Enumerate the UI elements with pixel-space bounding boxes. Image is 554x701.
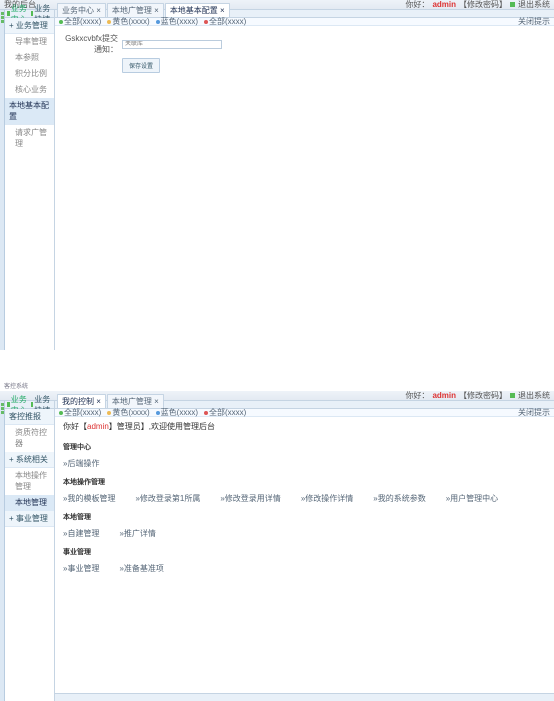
tab[interactable]: 我的控制 × [57,394,106,408]
section-title: 管理中心 [63,442,546,452]
status-icon [510,2,515,7]
sidebar: 业务中心 业务快捷 + 业务管理导率管理本参照积分比例核心业务本地基本配置请求广… [5,10,55,350]
sidebar-item[interactable]: 核心业务 [5,82,54,98]
sidebar-item[interactable]: 资质符控器 [5,425,54,452]
sidebar-item[interactable]: 本地管理 [5,495,54,511]
main-panel: 业务中心 ×本地广管理 ×本地基本配置 × 全部(xxxx)黄色(xxxx)蓝色… [55,10,554,350]
link-row: »自建管理 »推广详情 [63,526,546,541]
tab[interactable]: 本地基本配置 × [165,3,230,17]
nav-link[interactable]: »用户管理中心 [446,493,498,504]
current-user: admin [432,0,456,9]
assoc-input[interactable] [122,40,222,49]
logout-link[interactable]: 退出系统 [518,0,550,10]
form-label: Gskxcvbfx提交通知： [63,33,118,55]
sidebar-tabs: 业务中心 业务快捷 [5,401,54,409]
tab[interactable]: 本地广管理 × [107,3,164,17]
change-password-link[interactable]: 【修改密码】 [459,0,507,10]
sidebar-item[interactable]: 导率管理 [5,34,54,50]
nav-link[interactable]: »我的模板管理 [63,493,115,504]
sidebar-item[interactable]: 积分比例 [5,66,54,82]
square-icon [31,11,34,16]
nav-link[interactable]: »推广详情 [119,528,155,539]
nav-link[interactable]: »自建管理 [63,528,99,539]
sidebar-tabs: 业务中心 业务快捷 [5,10,54,18]
sidebar-menu: 客控推报资质符控器+ 系统相关本地操作管理本地管理+ 事业管理 [5,409,54,701]
link-row: »事业管理 »准备基准项 [63,561,546,576]
sidebar-item[interactable]: 本地操作管理 [5,468,54,495]
sidebar-item[interactable]: 本参照 [5,50,54,66]
section-title: 事业管理 [63,547,546,557]
user-greeting: 你好： [405,0,429,10]
sidebar-item[interactable]: + 事业管理 [5,511,54,527]
section-title: 本地管理 [63,512,546,522]
nav-link[interactable]: »修改操作详情 [301,493,353,504]
sidebar-item[interactable]: 本地基本配置 [5,98,54,125]
toolbar: 全部(xxxx)黄色(xxxx)蓝色(xxxx)全部(xxxx) 关闭提示 [55,409,554,417]
link-row: »我的模板管理 »修改登录第1所属 »修改登录用详情 »修改操作详情 »我的系统参数 »用… [63,491,546,506]
app-window-2: 客控系统 你好： admin 【修改密码】 退出系统 业务中心 业务快捷 客控推… [0,380,554,700]
toolbar: 全部(xxxx)黄色(xxxx)蓝色(xxxx)全部(xxxx) 关闭提示 [55,18,554,26]
nav-link[interactable]: »修改登录用详情 [220,493,280,504]
nav-link[interactable]: »事业管理 [63,563,99,574]
logout-link[interactable]: 退出系统 [518,390,550,401]
status-icon [510,393,515,398]
sidebar: 业务中心 业务快捷 客控推报资质符控器+ 系统相关本地操作管理本地管理+ 事业管… [5,401,55,701]
nav-link[interactable]: »准备基准项 [119,563,163,574]
square-icon [7,11,10,16]
square-icon [7,402,10,407]
user-greeting: 你好： [405,390,429,401]
section-title: 本地操作管理 [63,477,546,487]
nav-link[interactable]: »我的系统参数 [373,493,425,504]
sidebar-item[interactable]: 请求广管理 [5,125,54,152]
content-area: Gskxcvbfx提交通知： 保存设置 [55,26,554,350]
nav-link[interactable]: »后端操作 [63,458,99,469]
sidebar-menu: + 业务管理导率管理本参照积分比例核心业务本地基本配置请求广管理 [5,18,54,350]
link-row: »后端操作 [63,456,546,471]
welcome-text: 你好【admin】管理员】,欢迎使用管理后台 [63,421,546,432]
sidebar-item[interactable]: + 系统相关 [5,452,54,468]
save-button[interactable]: 保存设置 [122,58,160,73]
main-panel: 我的控制 ×本地广管理 × 全部(xxxx)黄色(xxxx)蓝色(xxxx)全部… [55,401,554,701]
square-icon [31,402,34,407]
app-window-1: 我的后台 你好： admin 【修改密码】 退出系统 业务中心 业务快捷 + 业… [0,0,554,350]
content-area: 你好【admin】管理员】,欢迎使用管理后台 管理中心 »后端操作本地操作管理 »我… [55,417,554,701]
change-password-link[interactable]: 【修改密码】 [459,390,507,401]
tab[interactable]: 业务中心 × [57,3,106,17]
sidebar-item[interactable]: 客控推报 [5,409,54,425]
sidebar-item[interactable]: + 业务管理 [5,18,54,34]
nav-link[interactable]: »修改登录第1所属 [135,493,200,504]
current-user: admin [432,391,456,400]
tab[interactable]: 本地广管理 × [107,394,164,408]
